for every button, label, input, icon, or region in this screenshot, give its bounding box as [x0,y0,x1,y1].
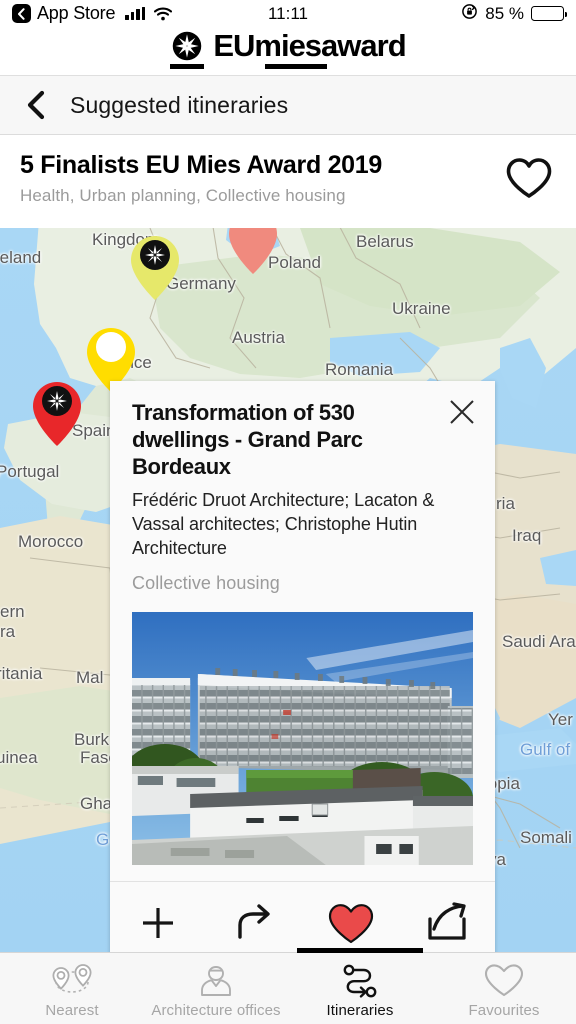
project-title: Transformation of 530 dwellings - Grand … [132,400,363,479]
map-pin-icon [229,228,277,274]
chevron-left-icon [27,90,45,120]
wifi-icon [154,6,173,21]
marker-poland[interactable] [226,228,280,276]
heart-outline-icon [482,962,526,998]
tab-label: Nearest [45,1001,99,1019]
itinerary-categories: Health, Urban planning, Collective housi… [20,186,346,205]
tab-label: Favourites [468,1001,540,1019]
share-button[interactable] [399,882,495,952]
map-view[interactable]: KingdomrelandGermanyPolandBelarusUkraine… [0,228,576,952]
tab-favourites[interactable]: Favourites [432,953,576,1024]
eumies-star-icon [173,31,202,60]
project-authors: Frédéric Druot Architecture; Lacaton & V… [132,490,435,558]
marker-star-badge [140,240,170,270]
status-back-app-label[interactable]: App Store [37,3,115,24]
status-bar-right: 85 % [461,3,567,25]
marker-germany[interactable] [128,234,182,302]
tab-label: Architecture offices [151,1001,281,1019]
itinerary-header: 5 Finalists EU Mies Award 2019 Health, U… [0,135,576,220]
share-icon [428,902,466,940]
project-photo[interactable] [132,611,473,865]
grand-parc-bordeaux-building-photo [132,611,473,865]
chevron-left-icon[interactable] [12,4,31,23]
close-icon [450,400,474,424]
plus-icon [143,908,174,939]
app-brand-header: EUmiesaward [0,27,576,75]
project-photo-wrap [110,598,495,881]
battery-percent-label: 85 % [485,3,524,23]
tab-itineraries[interactable]: Itineraries [288,948,432,1024]
person-icon [195,962,237,998]
cellular-signal-icon [125,7,146,20]
marker-star-badge [42,386,72,416]
bottom-tab-bar: Nearest Architecture offices Itineraries [0,948,576,1024]
arrow-turn-right-icon [238,904,271,939]
marker-dot-badge [96,332,126,362]
tab-architecture-offices[interactable]: Architecture offices [144,953,288,1024]
favourite-button[interactable] [303,882,399,952]
route-icon [337,962,383,998]
tab-nearest[interactable]: Nearest [0,953,144,1024]
rotation-lock-icon [461,3,478,25]
close-popup-button[interactable] [443,393,481,431]
tab-label: Itineraries [326,1001,394,1019]
status-bar-left: App Store [12,3,173,24]
project-category: Collective housing [132,572,280,593]
heart-outline-icon [506,158,552,198]
navigation-bar: Suggested itineraries [0,75,576,135]
status-bar: App Store 11:11 85 % [0,0,576,27]
marker-spain[interactable] [30,380,84,448]
back-button[interactable] [20,89,52,121]
page-title: Suggested itineraries [70,91,289,118]
brand-mies-underline [265,63,328,69]
battery-icon [531,6,567,21]
brand-mark-group [170,31,205,69]
directions-button[interactable] [206,882,302,952]
brand-wordmark: EUmiesaward [213,27,406,63]
itinerary-title: 5 Finalists EU Mies Award 2019 [20,151,382,179]
add-button[interactable] [110,882,206,952]
itinerary-favourite-button[interactable] [502,154,556,204]
nearest-pins-icon [44,962,100,998]
project-action-bar [110,880,495,952]
brand-mark-underline [170,63,205,69]
project-popup-card: Transformation of 530 dwellings - Grand … [110,381,495,952]
brand-wordmark-group: EUmiesaward [213,27,407,69]
heart-filled-icon [328,903,373,943]
